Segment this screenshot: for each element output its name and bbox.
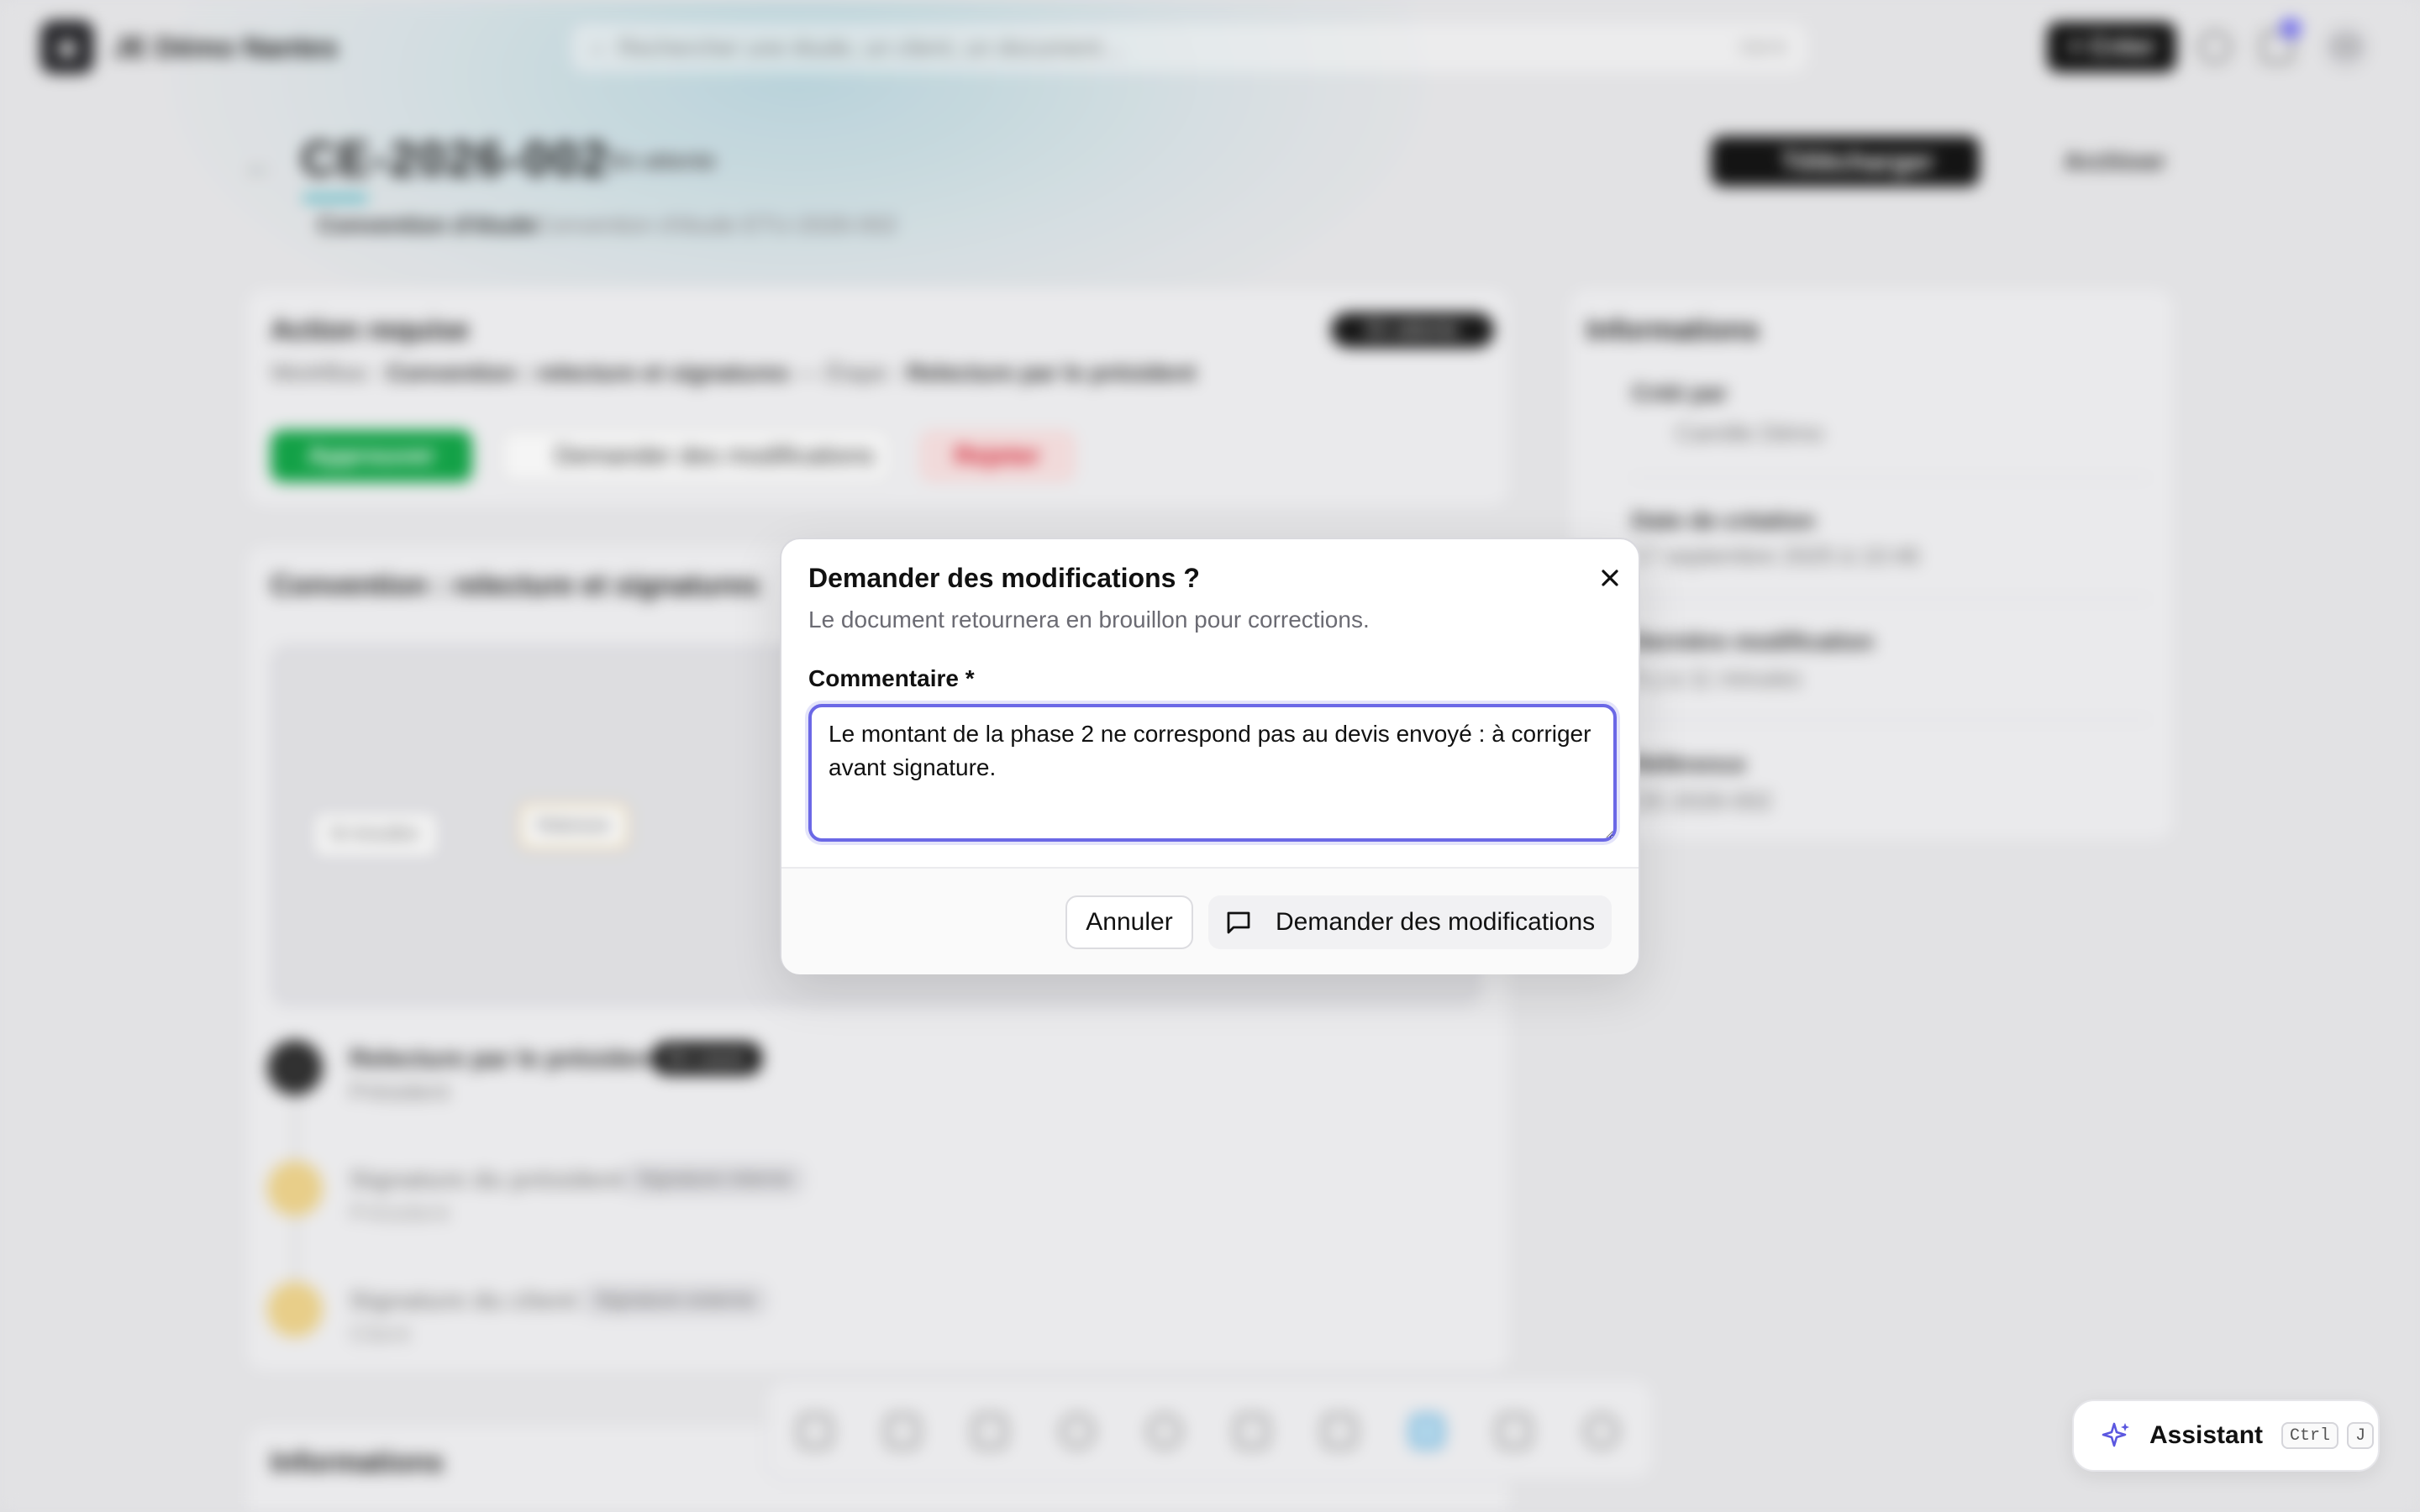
assistant-button[interactable]: Assistant Ctrl J xyxy=(2072,1399,2380,1472)
assistant-label: Assistant xyxy=(2149,1421,2264,1449)
dialog-footer: Annuler Demander des modifications xyxy=(781,867,1639,974)
dialog-description: Le document retournera en brouillon pour… xyxy=(808,606,1370,633)
comment-label: Commentaire * xyxy=(808,665,975,691)
shortcut-key: J xyxy=(2347,1422,2375,1449)
sparkles-icon xyxy=(2102,1422,2129,1447)
comment-textarea[interactable]: Le montant de la phase 2 ne correspond p… xyxy=(808,704,1617,842)
close-icon xyxy=(1602,570,1618,586)
submit-request-changes-button[interactable]: Demander des modifications xyxy=(1208,895,1612,949)
cancel-button[interactable]: Annuler xyxy=(1065,895,1193,949)
submit-button-label: Demander des modifications xyxy=(1276,908,1596,936)
request-changes-dialog: Demander des modifications ? Le document… xyxy=(780,538,1640,974)
shortcut-key: Ctrl xyxy=(2281,1422,2339,1449)
dialog-title: Demander des modifications ? xyxy=(808,563,1200,593)
message-square-icon xyxy=(1227,911,1250,934)
close-button[interactable] xyxy=(1593,561,1627,595)
